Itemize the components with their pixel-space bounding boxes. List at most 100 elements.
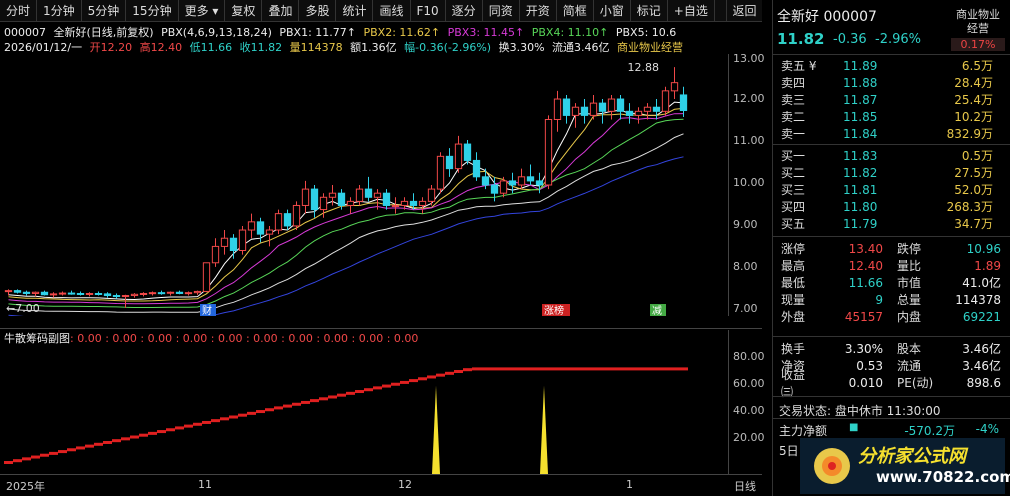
candle-body [94, 292, 103, 295]
bid-price: 11.79 [843, 216, 878, 231]
high-annotation: 12.88 [628, 61, 660, 74]
chip-step [616, 367, 625, 371]
low-annotation: ←7.00 [6, 302, 40, 315]
candle-body [445, 155, 454, 170]
sub-indicator-header: 牛散筹码副图: 0.00 : 0.00 : 0.00 : 0.00 : 0.00… [4, 330, 728, 345]
candle-body [355, 188, 364, 202]
chip-step [49, 451, 58, 455]
chip-step [643, 367, 652, 371]
chip-step [211, 419, 220, 423]
ma-line [8, 133, 684, 313]
stat-value: 114378 [955, 292, 1001, 307]
chip-step [22, 457, 31, 461]
chip-step [112, 439, 121, 443]
ask-row[interactable]: 卖二 11.85 10.2万 [773, 108, 1010, 125]
chip-step [256, 410, 265, 414]
candle-body [130, 293, 139, 297]
chip-step [517, 367, 526, 371]
candle-body [373, 192, 382, 198]
chip-step [382, 384, 391, 388]
price-tick: 11.00 [733, 134, 765, 147]
stat-label: 收益㈢ [781, 367, 806, 399]
chip-step [40, 453, 49, 457]
candle-body [247, 221, 256, 231]
ask-row[interactable]: 卖三 11.87 25.4万 [773, 91, 1010, 108]
candle-body [76, 292, 85, 295]
candle-body [508, 180, 517, 186]
ask-price: 11.89 [843, 58, 878, 73]
period-label[interactable]: 日线 [734, 478, 756, 494]
bid-row[interactable]: 买三 11.81 52.0万 [773, 181, 1010, 198]
pbx1: PBX1: 11.77↑ [279, 26, 356, 38]
candle-body [112, 295, 121, 298]
stat-value: 3.30% [844, 341, 883, 356]
ask-row[interactable]: 卖四 11.88 28.4万 [773, 74, 1010, 91]
ask-label: 卖二 [781, 110, 806, 124]
candle-body [184, 292, 193, 295]
toolbar-item[interactable]: 同资 [483, 0, 520, 22]
toolbar-item[interactable]: 统计 [336, 0, 374, 22]
chip-spike [540, 385, 548, 474]
toolbar-item[interactable]: 分时 [0, 0, 38, 22]
candlestick-chart[interactable]: 12.88 ←7.00 财 涨榜 减 [0, 54, 728, 316]
chip-step [634, 367, 643, 371]
chip-step [670, 367, 679, 371]
ask-row[interactable]: 卖一 11.84 832.9万 [773, 125, 1010, 142]
ask-book: 卖五 ¥11.89 6.5万 卖四 11.88 28.4万 卖三 11.87 25.4万 … [773, 57, 1010, 142]
stat-value: 11.66 [848, 275, 883, 290]
sub-tick: 80.00 [733, 350, 765, 363]
pbx2: PBX2: 11.62↑ [363, 26, 441, 38]
chip-sub-chart[interactable] [0, 344, 728, 474]
ask-price: 11.84 [843, 126, 878, 141]
toolbar-item[interactable]: 15分钟 [126, 0, 179, 22]
stat-value: 9 [875, 292, 883, 307]
candle-body [265, 229, 274, 235]
bid-row[interactable]: 买四 11.80 268.3万 [773, 198, 1010, 215]
candle-body [544, 119, 553, 186]
sub-tick: 40.00 [733, 404, 765, 417]
toolbar-item[interactable]: 5分钟 [82, 0, 127, 22]
day5-label: 5日 [779, 444, 799, 458]
bid-price: 11.82 [843, 165, 878, 180]
toolbar-item[interactable]: 逐分 [446, 0, 483, 22]
back-button[interactable]: 返回 [726, 0, 762, 22]
ma-line [8, 156, 684, 316]
toolbar-item[interactable]: 标记 [631, 0, 668, 22]
bid-row[interactable]: 买五 11.79 34.7万 [773, 215, 1010, 232]
toolbar-item[interactable]: F10 [411, 0, 446, 22]
candle-body [328, 192, 337, 198]
pane-divider[interactable] [0, 328, 762, 329]
chip-step [265, 408, 274, 412]
candle-body [364, 188, 373, 198]
candle-body [454, 143, 463, 170]
toolbar-item[interactable]: 更多 ▾ [179, 0, 226, 22]
candle-body [121, 295, 130, 298]
toolbar-item[interactable]: 画线 [373, 0, 411, 22]
chip-step [445, 371, 454, 375]
toolbar-item[interactable]: +自选 [668, 0, 715, 22]
candle-body [292, 204, 301, 227]
candle-body [283, 213, 292, 227]
toolbar-item[interactable]: 小窗 [594, 0, 631, 22]
chip-step [58, 450, 67, 454]
price-tick: 12.00 [733, 92, 765, 105]
chip-step [202, 420, 211, 424]
ask-row[interactable]: 卖五 ¥ 11.89 6.5万 [773, 57, 1010, 74]
toolbar-item[interactable]: 复权 [225, 0, 263, 22]
stat-value: 0.010 [848, 375, 883, 390]
toolbar-item[interactable]: 开资 [520, 0, 557, 22]
toolbar-item[interactable]: 1分钟 [37, 0, 82, 22]
toolbar-item[interactable]: 多股 [299, 0, 337, 22]
chip-step [310, 399, 319, 403]
industry-name[interactable]: 商业物业 经营 [951, 8, 1005, 36]
candle-body [49, 293, 58, 296]
toolbar-item[interactable]: 叠加 [262, 0, 300, 22]
price-tick: 9.00 [733, 218, 758, 231]
ma-line [8, 113, 684, 305]
bid-row[interactable]: 买二 11.82 27.5万 [773, 164, 1010, 181]
chip-step [337, 393, 346, 397]
toolbar-item[interactable]: 简框 [557, 0, 594, 22]
pbx4: PBX4: 11.10↑ [531, 26, 609, 38]
pbx-label: PBX(4,6,9,13,18,24) [161, 26, 272, 38]
bid-row[interactable]: 买一 11.83 0.5万 [773, 147, 1010, 164]
